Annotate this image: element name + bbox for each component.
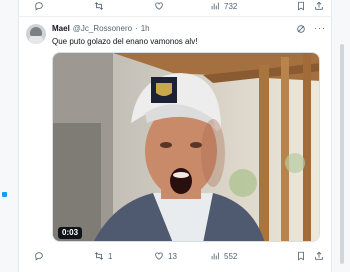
retweet-count: 1 bbox=[108, 251, 113, 261]
avatar[interactable] bbox=[26, 24, 46, 44]
video-duration-badge: 0:03 bbox=[58, 227, 83, 239]
reply-icon bbox=[35, 252, 43, 261]
views-button[interactable]: 732 bbox=[210, 1, 270, 11]
like-button[interactable] bbox=[154, 1, 210, 11]
tweet-extra-actions bbox=[296, 1, 324, 11]
reply-icon bbox=[35, 2, 43, 11]
reply-button[interactable] bbox=[34, 251, 94, 261]
share-icon[interactable] bbox=[314, 251, 324, 261]
views-count: 732 bbox=[224, 1, 238, 11]
tweet-divider bbox=[18, 16, 332, 17]
grok-icon[interactable] bbox=[296, 24, 306, 34]
retweet-button[interactable]: 1 bbox=[94, 251, 154, 261]
like-count: 13 bbox=[168, 251, 177, 261]
tweet-actions: 1 13 552 bbox=[34, 249, 324, 263]
tweet-text: Que puto golazo del enano vamonos alv! bbox=[52, 37, 198, 46]
retweet-icon bbox=[94, 252, 104, 260]
bar-chart-icon bbox=[211, 252, 219, 260]
retweet-icon bbox=[94, 2, 104, 10]
share-icon[interactable] bbox=[314, 1, 324, 11]
heart-icon bbox=[155, 252, 163, 260]
scrollbar[interactable] bbox=[340, 44, 344, 264]
left-sidebar-edge bbox=[0, 0, 18, 272]
author-handle[interactable]: @Jc_Rossonero bbox=[73, 24, 132, 33]
previous-tweet-actions: 732 bbox=[34, 0, 324, 13]
heart-icon bbox=[155, 2, 163, 10]
tweet-extra-actions bbox=[296, 251, 324, 261]
video-frame bbox=[53, 53, 319, 241]
more-options-icon[interactable]: ··· bbox=[314, 23, 326, 33]
right-sidebar-edge bbox=[332, 0, 350, 272]
views-count: 552 bbox=[224, 251, 238, 261]
tweet-video[interactable] bbox=[52, 52, 320, 242]
reply-button[interactable] bbox=[34, 1, 94, 11]
notification-dot bbox=[2, 192, 7, 197]
like-button[interactable]: 13 bbox=[154, 251, 210, 261]
bookmark-icon[interactable] bbox=[296, 1, 306, 11]
retweet-button[interactable] bbox=[94, 1, 154, 11]
tweet-time[interactable]: 1h bbox=[141, 24, 150, 33]
bar-chart-icon bbox=[211, 2, 219, 10]
bookmark-icon[interactable] bbox=[296, 251, 306, 261]
separator-dot: · bbox=[135, 24, 138, 33]
tweet-header: Mael @Jc_Rossonero · 1h bbox=[52, 24, 150, 33]
author-name[interactable]: Mael bbox=[52, 24, 70, 33]
views-button[interactable]: 552 bbox=[210, 251, 270, 261]
